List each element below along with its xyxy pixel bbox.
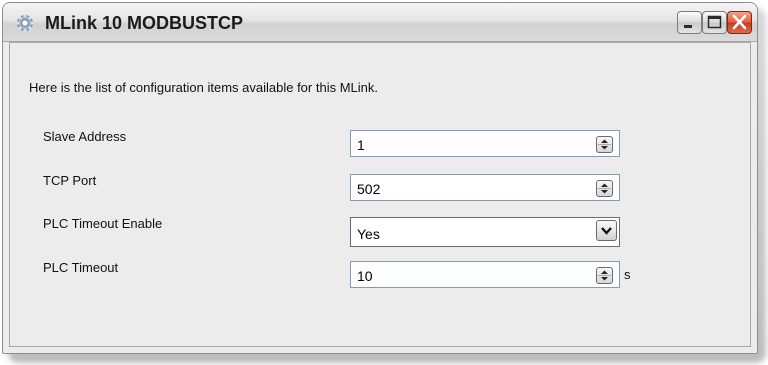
plc-timeout-enable-label: PLC Timeout Enable <box>43 216 163 231</box>
window-title: MLink 10 MODBUSTCP <box>45 13 244 33</box>
tcp-port-value: 502 <box>357 181 381 197</box>
spinner-arrows-icon <box>598 139 611 150</box>
tcp-port-label: TCP Port <box>43 173 97 188</box>
spinner-arrows-icon <box>598 183 611 194</box>
minimize-button[interactable] <box>677 11 702 34</box>
minimize-icon <box>684 25 692 28</box>
plc-timeout-field[interactable]: 10 <box>350 261 620 288</box>
plc-timeout-enable-value: Yes <box>357 226 380 242</box>
intro-text: Here is the list of configuration items … <box>29 80 378 95</box>
plc-timeout-value: 10 <box>357 268 373 284</box>
slave-address-spinner[interactable] <box>596 136 613 153</box>
maximize-button[interactable] <box>702 11 727 34</box>
plc-timeout-enable-dropdown[interactable]: Yes <box>350 217 620 247</box>
maximize-icon <box>707 15 722 29</box>
tcp-port-field[interactable]: 502 <box>350 174 620 201</box>
title-bar[interactable]: MLink 10 MODBUSTCP <box>3 3 757 42</box>
plc-timeout-spinner[interactable] <box>596 267 613 284</box>
close-button[interactable] <box>727 11 752 34</box>
config-window: MLink 10 MODBUSTCP Here is the list of c… <box>2 2 758 354</box>
slave-address-field[interactable]: 1 <box>350 130 620 157</box>
plc-timeout-label: PLC Timeout <box>43 260 119 275</box>
plc-timeout-unit: s <box>624 267 631 282</box>
slave-address-value: 1 <box>357 137 365 153</box>
dropdown-button[interactable] <box>596 220 617 241</box>
chevron-down-icon <box>601 227 612 235</box>
tcp-port-spinner[interactable] <box>596 180 613 197</box>
gear-icon <box>15 13 35 33</box>
slave-address-label: Slave Address <box>43 129 127 144</box>
spinner-arrows-icon <box>598 270 611 281</box>
close-icon <box>732 14 747 30</box>
client-area: Here is the list of configuration items … <box>9 42 751 347</box>
